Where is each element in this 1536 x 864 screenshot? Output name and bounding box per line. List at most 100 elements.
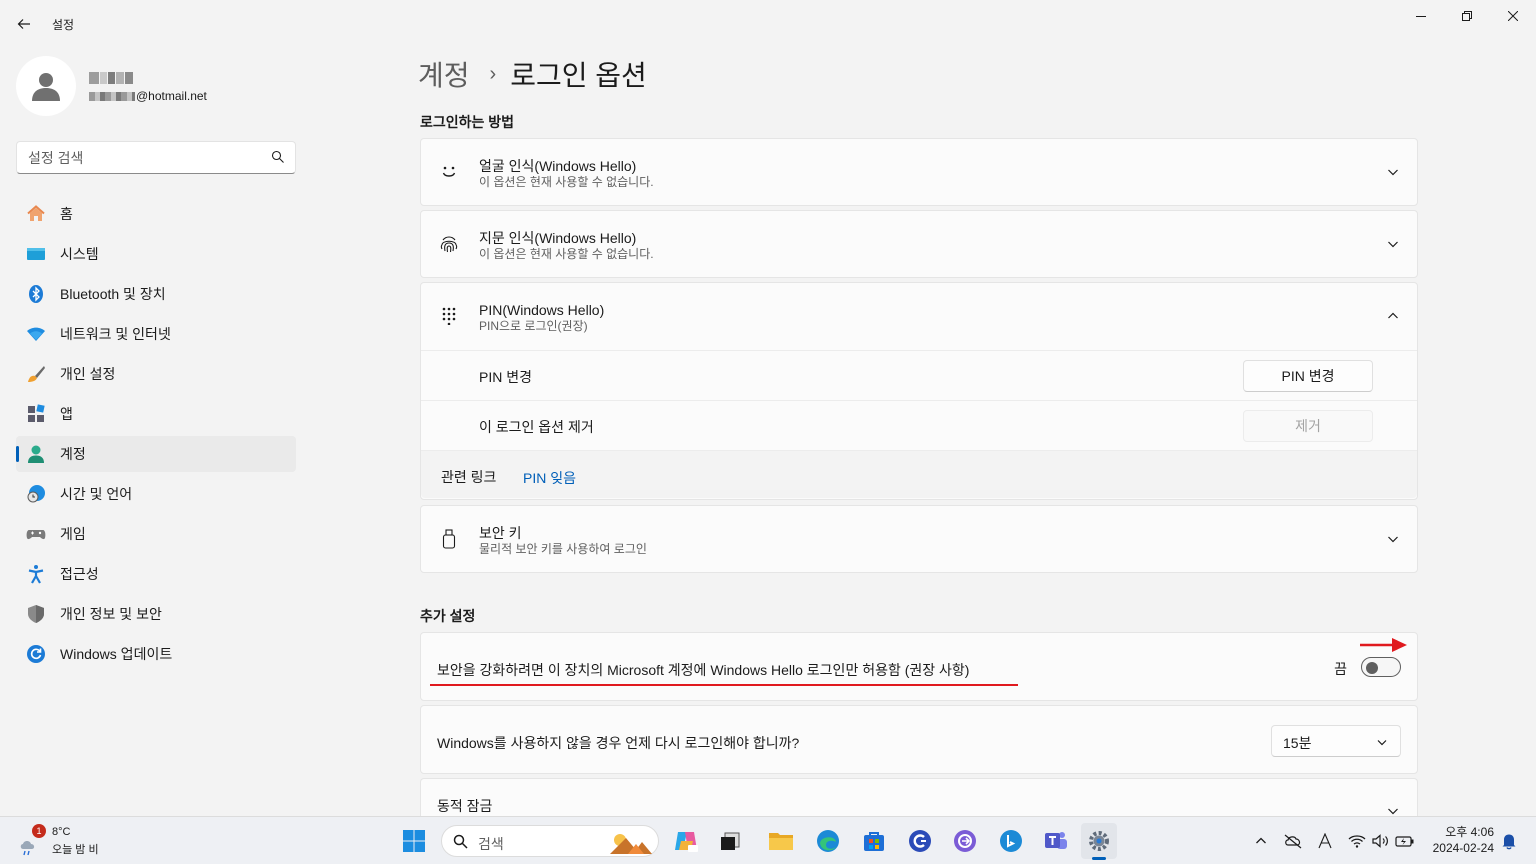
sidebar-item-time-language[interactable]: 시간 및 언어 (16, 476, 296, 512)
app-button-purple[interactable] (947, 823, 983, 859)
section-title-signin-methods: 로그인하는 방법 (420, 114, 515, 130)
usb-key-icon (439, 529, 459, 549)
onedrive-tray-button[interactable] (1283, 831, 1303, 851)
notifications-button[interactable] (1499, 831, 1519, 851)
restore-button[interactable] (1444, 0, 1490, 32)
speaker-icon (1372, 834, 1388, 848)
chevron-down-icon[interactable] (1387, 807, 1399, 816)
sidebar-item-gaming[interactable]: 게임 (16, 516, 296, 552)
settings-app-button[interactable] (1081, 823, 1117, 859)
minimize-button[interactable] (1398, 0, 1444, 32)
clock-time: 오후 4:06 (1445, 825, 1494, 839)
sidebar-nav: 홈 시스템 Bluetooth 및 장치 네트워크 및 인터넷 개인 설정 앱 … (16, 196, 296, 676)
arrow-left-icon (17, 19, 30, 29)
weather-description: 오늘 밤 비 (52, 844, 99, 856)
sidebar-item-personalization[interactable]: 개인 설정 (16, 356, 296, 392)
copilot-button[interactable] (668, 823, 704, 859)
pin-card-header[interactable]: PIN(Windows Hello) PIN으로 로그인(권장) (421, 283, 1417, 350)
sidebar-item-network[interactable]: 네트워크 및 인터넷 (16, 316, 296, 352)
fingerprint-icon (439, 234, 459, 254)
breadcrumb-separator: › (489, 62, 497, 85)
fingerprint-card[interactable]: 지문 인식(Windows Hello) 이 옵션은 현재 사용할 수 없습니다… (420, 210, 1418, 278)
chevron-up-icon (1256, 837, 1266, 844)
sidebar-item-label: 개인 정보 및 보안 (60, 606, 162, 622)
forgot-pin-link[interactable]: PIN 잊음 (523, 468, 576, 488)
edge-button[interactable] (810, 823, 846, 859)
taskbar-search[interactable]: 검색 (441, 825, 659, 857)
sidebar-item-accessibility[interactable]: 접근성 (16, 556, 296, 592)
sidebar-item-apps[interactable]: 앱 (16, 396, 296, 432)
pin-remove-label: 이 로그인 옵션 제거 (479, 419, 594, 435)
bing-icon (1000, 830, 1022, 852)
task-view-button[interactable] (712, 823, 748, 859)
weather-widget[interactable]: 1 8°C 오늘 밤 비 (18, 824, 128, 858)
rain-cloud-icon (20, 841, 35, 856)
copilot-icon (675, 832, 698, 852)
change-pin-button[interactable]: PIN 변경 (1243, 360, 1373, 392)
pin-remove-row: 이 로그인 옵션 제거 제거 (421, 400, 1417, 450)
pin-change-row: PIN 변경 PIN 변경 (421, 350, 1417, 400)
file-explorer-button[interactable] (763, 823, 799, 859)
away-signin-dropdown[interactable]: 15분 (1271, 725, 1401, 757)
volume-tray-button[interactable] (1371, 831, 1391, 851)
sidebar-item-accounts[interactable]: 계정 (16, 436, 296, 472)
close-button[interactable] (1490, 0, 1536, 32)
sidebar-item-system[interactable]: 시스템 (16, 236, 296, 272)
start-button[interactable] (396, 823, 432, 859)
sidebar-item-label: 게임 (60, 526, 86, 542)
chevron-down-icon[interactable] (1385, 236, 1401, 252)
security-key-card[interactable]: 보안 키 물리적 보안 키를 사용하여 로그인 (420, 505, 1418, 573)
sidebar-item-home[interactable]: 홈 (16, 196, 296, 232)
pin-title: PIN(Windows Hello) (479, 302, 605, 318)
bing-button[interactable] (993, 823, 1029, 859)
chevron-up-icon[interactable] (1385, 308, 1401, 324)
back-button[interactable] (10, 10, 38, 38)
dynamic-lock-label: 동적 잠금 (437, 798, 493, 814)
avatar[interactable] (16, 56, 76, 116)
clock[interactable]: 오후 4:06 2024-02-24 (1422, 824, 1494, 856)
edge-browser-icon (817, 830, 839, 852)
windows-logo-icon (403, 830, 425, 852)
fingerprint-subtitle: 이 옵션은 현재 사용할 수 없습니다. (479, 247, 654, 261)
taskbar: 1 8°C 오늘 밤 비 검색 오후 4:06 2024-02-24 (0, 816, 1536, 864)
chevron-down-icon[interactable] (1385, 164, 1401, 180)
sidebar-item-bluetooth[interactable]: Bluetooth 및 장치 (16, 276, 296, 312)
show-hidden-icons-button[interactable] (1251, 831, 1271, 851)
bluetooth-icon (26, 284, 46, 304)
settings-search[interactable] (16, 141, 296, 174)
battery-tray-button[interactable] (1395, 831, 1415, 851)
store-button[interactable] (856, 823, 892, 859)
wifi-icon (1348, 835, 1366, 848)
app-button-c[interactable] (902, 823, 938, 859)
ime-tray-button[interactable] (1315, 831, 1335, 851)
pin-subtitle: PIN으로 로그인(권장) (479, 319, 588, 333)
chevron-down-icon (1377, 740, 1387, 746)
network-tray-button[interactable] (1347, 831, 1367, 851)
search-icon (453, 834, 468, 849)
hello-only-card: 보안을 강화하려면 이 장치의 Microsoft 계정에 Windows He… (420, 632, 1418, 701)
sidebar-item-windows-update[interactable]: Windows 업데이트 (16, 636, 296, 672)
title-bar: 설정 (0, 0, 1536, 46)
sidebar-item-label: 홈 (60, 206, 73, 222)
shield-icon (26, 604, 46, 624)
search-icon[interactable] (271, 150, 285, 164)
chevron-down-icon[interactable] (1385, 531, 1401, 547)
accessibility-icon (26, 564, 46, 584)
annotation-underline (430, 684, 1018, 686)
brush-icon (26, 364, 46, 384)
breadcrumb-parent[interactable]: 계정 (418, 54, 470, 94)
face-recognition-card[interactable]: 얼굴 인식(Windows Hello) 이 옵션은 현재 사용할 수 없습니다… (420, 138, 1418, 206)
sidebar-item-label: 시간 및 언어 (60, 486, 133, 502)
gamepad-icon (26, 524, 46, 544)
away-signin-card: Windows를 사용하지 않을 경우 언제 다시 로그인해야 합니까? 15분 (420, 705, 1418, 774)
active-app-indicator (1092, 857, 1106, 860)
dynamic-lock-card[interactable]: 동적 잠금 (420, 778, 1418, 816)
hello-only-toggle[interactable] (1361, 657, 1401, 677)
app-title: 설정 (52, 18, 75, 32)
search-input[interactable] (17, 142, 257, 173)
sidebar-item-label: Windows 업데이트 (60, 646, 173, 662)
sidebar-item-privacy-security[interactable]: 개인 정보 및 보안 (16, 596, 296, 632)
remove-pin-button[interactable]: 제거 (1243, 410, 1373, 442)
teams-button[interactable] (1038, 823, 1074, 859)
taskbar-search-label: 검색 (478, 836, 504, 852)
